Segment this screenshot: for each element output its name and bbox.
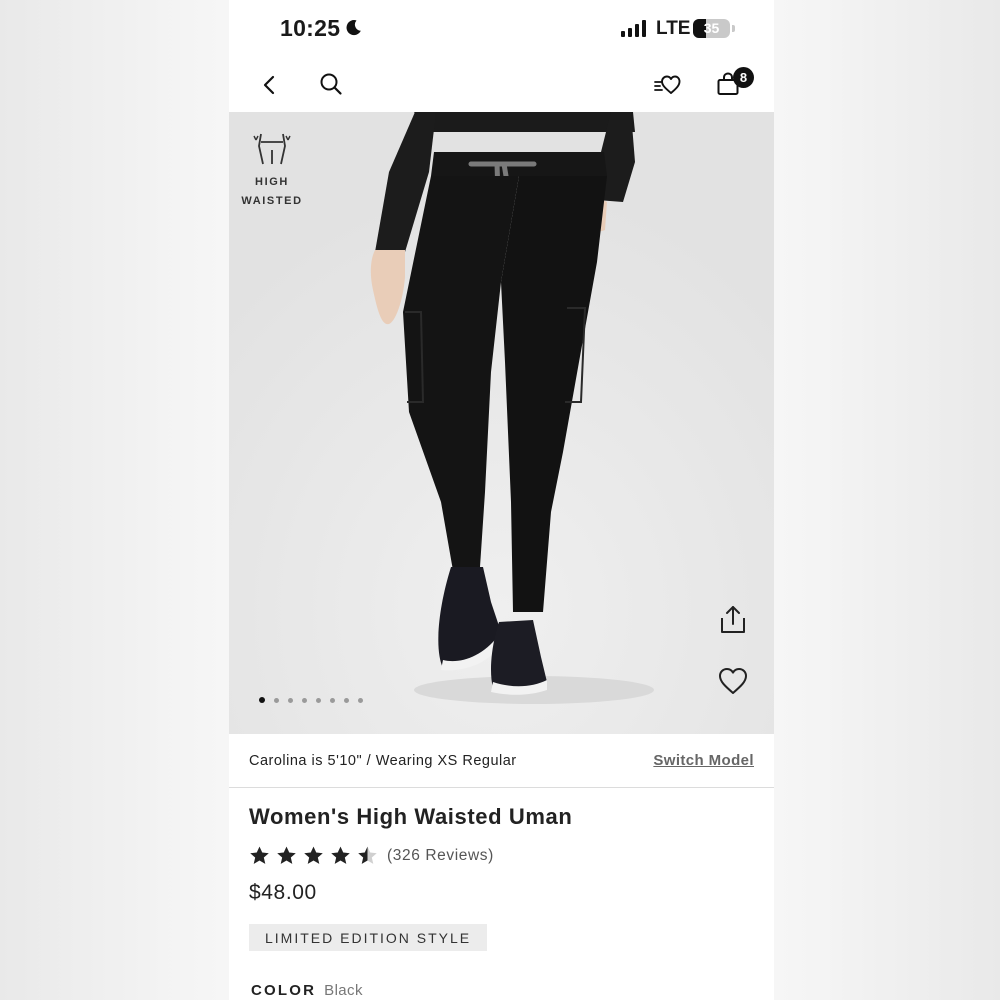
battery-percent: 35: [703, 20, 720, 36]
share-icon[interactable]: [717, 604, 749, 636]
battery-tip: [732, 25, 735, 32]
carousel-dot[interactable]: [288, 697, 293, 703]
heart-icon[interactable]: [717, 666, 749, 696]
product-price: $48.00: [249, 881, 317, 904]
color-label: COLOR: [251, 982, 317, 999]
product-page: 10:25 LTE 35 8 HIGH WAISTED Carolina is …: [229, 0, 774, 1000]
wishlist-icon[interactable]: [653, 73, 681, 97]
rating-stars[interactable]: [249, 845, 378, 866]
high-waist-icon: [253, 133, 291, 165]
moon-icon: [346, 20, 361, 36]
search-icon[interactable]: [319, 72, 343, 96]
product-title: Women's High Waisted Uman: [249, 804, 573, 829]
carousel-dot[interactable]: [274, 697, 279, 703]
nav-bar: [229, 58, 774, 112]
cellular-signal-icon: [621, 20, 646, 37]
back-icon[interactable]: [260, 75, 280, 95]
network-type: LTE: [656, 18, 691, 39]
star-full-icon: [250, 846, 269, 864]
carousel-dot[interactable]: [344, 697, 349, 703]
star-full-icon: [304, 846, 323, 864]
product-image-carousel[interactable]: HIGH WAISTED: [229, 112, 774, 734]
high-waisted-badge: HIGH WAISTED: [237, 130, 307, 211]
reviews-link[interactable]: (326 Reviews): [387, 847, 494, 865]
carousel-dot[interactable]: [358, 697, 363, 703]
status-time: 10:25: [280, 15, 341, 41]
carousel-dot[interactable]: [330, 697, 335, 703]
cart-count-badge: 8: [733, 67, 754, 88]
status-bar: 10:25 LTE 35: [229, 0, 774, 58]
model-info-bar: Carolina is 5'10" / Wearing XS Regular S…: [229, 734, 774, 788]
color-selector-label: COLOR Black: [251, 982, 363, 999]
carousel-dot[interactable]: [259, 697, 265, 703]
color-value: Black: [324, 982, 363, 999]
model-info-text: Carolina is 5'10" / Wearing XS Regular: [249, 753, 517, 769]
carousel-dot[interactable]: [302, 697, 307, 703]
product-photo[interactable]: [229, 112, 774, 734]
carousel-dot[interactable]: [316, 697, 321, 703]
battery-icon: 35: [693, 19, 730, 38]
carousel-pagination[interactable]: [259, 697, 363, 703]
badge-line-2: WAISTED: [241, 195, 303, 207]
star-full-icon: [331, 846, 350, 864]
limited-edition-tag: LIMITED EDITION STYLE: [249, 924, 488, 951]
star-full-icon: [277, 846, 296, 864]
badge-line-1: HIGH: [255, 176, 289, 188]
switch-model-link[interactable]: Switch Model: [653, 752, 754, 769]
star-half-icon: [358, 846, 377, 864]
